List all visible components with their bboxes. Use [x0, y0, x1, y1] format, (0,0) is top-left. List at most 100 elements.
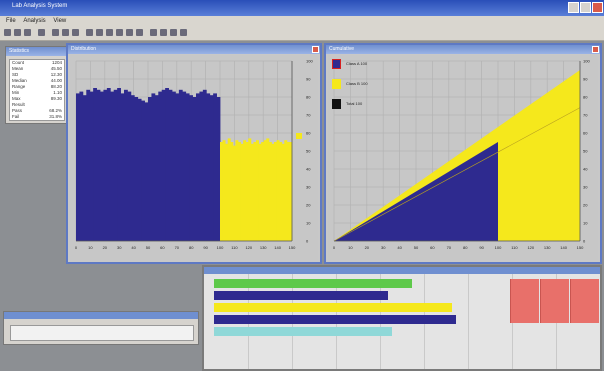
grid-icon[interactable] — [150, 29, 157, 36]
pan-icon[interactable] — [96, 29, 103, 36]
navigator-strip[interactable] — [10, 325, 194, 341]
histogram-plot-area: 0 10 20 30 40 50 60 70 80 90 100 110 120 130 140 150 0 10… — [70, 55, 318, 260]
histogram-window[interactable]: Distribution 0 10 20 30 40 50 60 70 80 90 100 110 12… — [66, 43, 322, 264]
x-tick-label: 90 — [203, 245, 208, 250]
histogram-bar-class-a — [199, 91, 204, 241]
histogram-bar-class-b — [250, 143, 254, 241]
y-tick-label: 40 — [306, 167, 311, 172]
cumulative-window[interactable]: Cumulative 0 10 20 30 40 50 60 70 80 90 100 110 120 1… — [324, 43, 602, 264]
x-tick-label: 130 — [260, 245, 267, 250]
histogram-bar-class-b — [243, 140, 247, 241]
histogram-bar-class-b — [279, 142, 283, 241]
histogram-bar-class-b — [274, 142, 277, 241]
histogram-bar-class-a — [192, 97, 197, 241]
menu-view[interactable]: View — [53, 16, 66, 26]
x-tick-label: 0 — [75, 245, 78, 250]
x-tick-label: 0 — [333, 245, 336, 250]
histogram-bar-class-a — [178, 89, 183, 241]
histogram-bar-class-a — [154, 95, 159, 241]
histogram-bar-class-b — [258, 143, 262, 241]
y-tick-label: 90 — [583, 77, 588, 82]
stats-table: Count 1204 Mean 45.50 SD 12.30 Median 44.00 Rang… — [9, 59, 65, 121]
navigator-title-bar — [4, 312, 198, 319]
y-tick-label: 0 — [306, 239, 309, 244]
histogram-bar-class-b — [261, 142, 265, 241]
chart-icon[interactable] — [160, 29, 167, 36]
histogram-bar-class-a — [93, 88, 97, 241]
histogram-bar-class-a — [137, 98, 142, 241]
histogram-bar-class-a — [141, 100, 145, 241]
histogram-bar-class-a — [206, 93, 211, 242]
menu-bar: File Analysis View — [0, 16, 604, 26]
menu-analysis[interactable]: Analysis — [23, 16, 45, 26]
export-icon[interactable] — [180, 29, 187, 36]
highlight-block — [540, 279, 569, 323]
zoom-icon[interactable] — [86, 29, 93, 36]
histogram-bar-class-a — [86, 89, 91, 241]
histogram-bar-class-b — [256, 140, 259, 241]
highlight-block — [570, 279, 599, 323]
x-tick-label: 100 — [495, 245, 502, 250]
threshold-marker — [296, 133, 302, 139]
table-icon[interactable] — [170, 29, 177, 36]
histogram-bar-class-a — [185, 93, 190, 242]
open-icon[interactable] — [4, 29, 11, 36]
close-icon[interactable] — [592, 46, 599, 53]
histogram-bar-class-a — [82, 95, 87, 241]
y-tick-label: 80 — [583, 95, 588, 100]
close-button[interactable] — [592, 2, 603, 13]
histogram-bar-class-a — [106, 88, 111, 241]
stats-panel: Statistics Count 1204 Mean 45.50 SD 12.30 Medi… — [5, 46, 69, 124]
stats-value: 89.30 — [50, 96, 62, 101]
histogram-bar-class-a — [196, 93, 200, 242]
x-tick-label: 120 — [245, 245, 252, 250]
histogram-bar-class-b — [248, 138, 252, 241]
histogram-bar-class-a — [103, 89, 108, 241]
undo-icon[interactable] — [38, 29, 45, 36]
y-tick-label: 10 — [306, 221, 311, 226]
histogram-bar-class-b — [238, 142, 241, 241]
print-icon[interactable] — [24, 29, 31, 36]
x-tick-label: 40 — [131, 245, 136, 250]
stats-panel-title: Statistics — [6, 47, 68, 56]
histogram-bar-class-a — [168, 89, 173, 241]
navigator-panel[interactable] — [3, 311, 199, 345]
histogram-bar-class-a — [130, 95, 135, 241]
menu-file[interactable]: File — [6, 16, 16, 26]
histogram-bar-class-b — [286, 142, 290, 241]
minimize-button[interactable] — [568, 2, 579, 13]
maximize-button[interactable] — [580, 2, 591, 13]
line-icon[interactable] — [116, 29, 123, 36]
histogram-bar-class-b — [225, 143, 229, 241]
legend-swatch — [332, 79, 341, 89]
y-tick-label: 60 — [583, 131, 588, 136]
close-icon[interactable] — [312, 46, 319, 53]
y-tick-label: 70 — [306, 113, 311, 118]
y-tick-label: 60 — [306, 131, 311, 136]
y-tick-label: 0 — [583, 239, 586, 244]
histogram-bar-class-b — [245, 142, 249, 241]
x-tick-label: 140 — [560, 245, 567, 250]
arrow-icon[interactable] — [106, 29, 113, 36]
summary-bar-cyan — [214, 327, 392, 336]
paste-icon[interactable] — [72, 29, 79, 36]
save-icon[interactable] — [14, 29, 21, 36]
histogram-bar-class-a — [100, 91, 104, 241]
y-tick-label: 100 — [583, 59, 590, 64]
cumulative-window-title: Cumulative — [326, 45, 600, 54]
x-tick-label: 140 — [274, 245, 281, 250]
histogram-bar-class-b — [227, 138, 231, 241]
histogram-bar-class-a — [213, 93, 217, 242]
histogram-bar-class-b — [281, 143, 285, 241]
histogram-bar-class-a — [96, 89, 101, 241]
cut-icon[interactable] — [52, 29, 59, 36]
text-icon[interactable] — [126, 29, 133, 36]
stats-row: Fail 31.8% — [10, 114, 64, 120]
histogram-bar-class-a — [158, 91, 163, 241]
histogram-bar-class-b — [284, 140, 288, 241]
histogram-bar-class-a — [124, 89, 128, 241]
measure-icon[interactable] — [136, 29, 143, 36]
histogram-bar-class-a — [120, 93, 125, 242]
histogram-bar-class-a — [127, 91, 132, 241]
copy-icon[interactable] — [62, 29, 69, 36]
